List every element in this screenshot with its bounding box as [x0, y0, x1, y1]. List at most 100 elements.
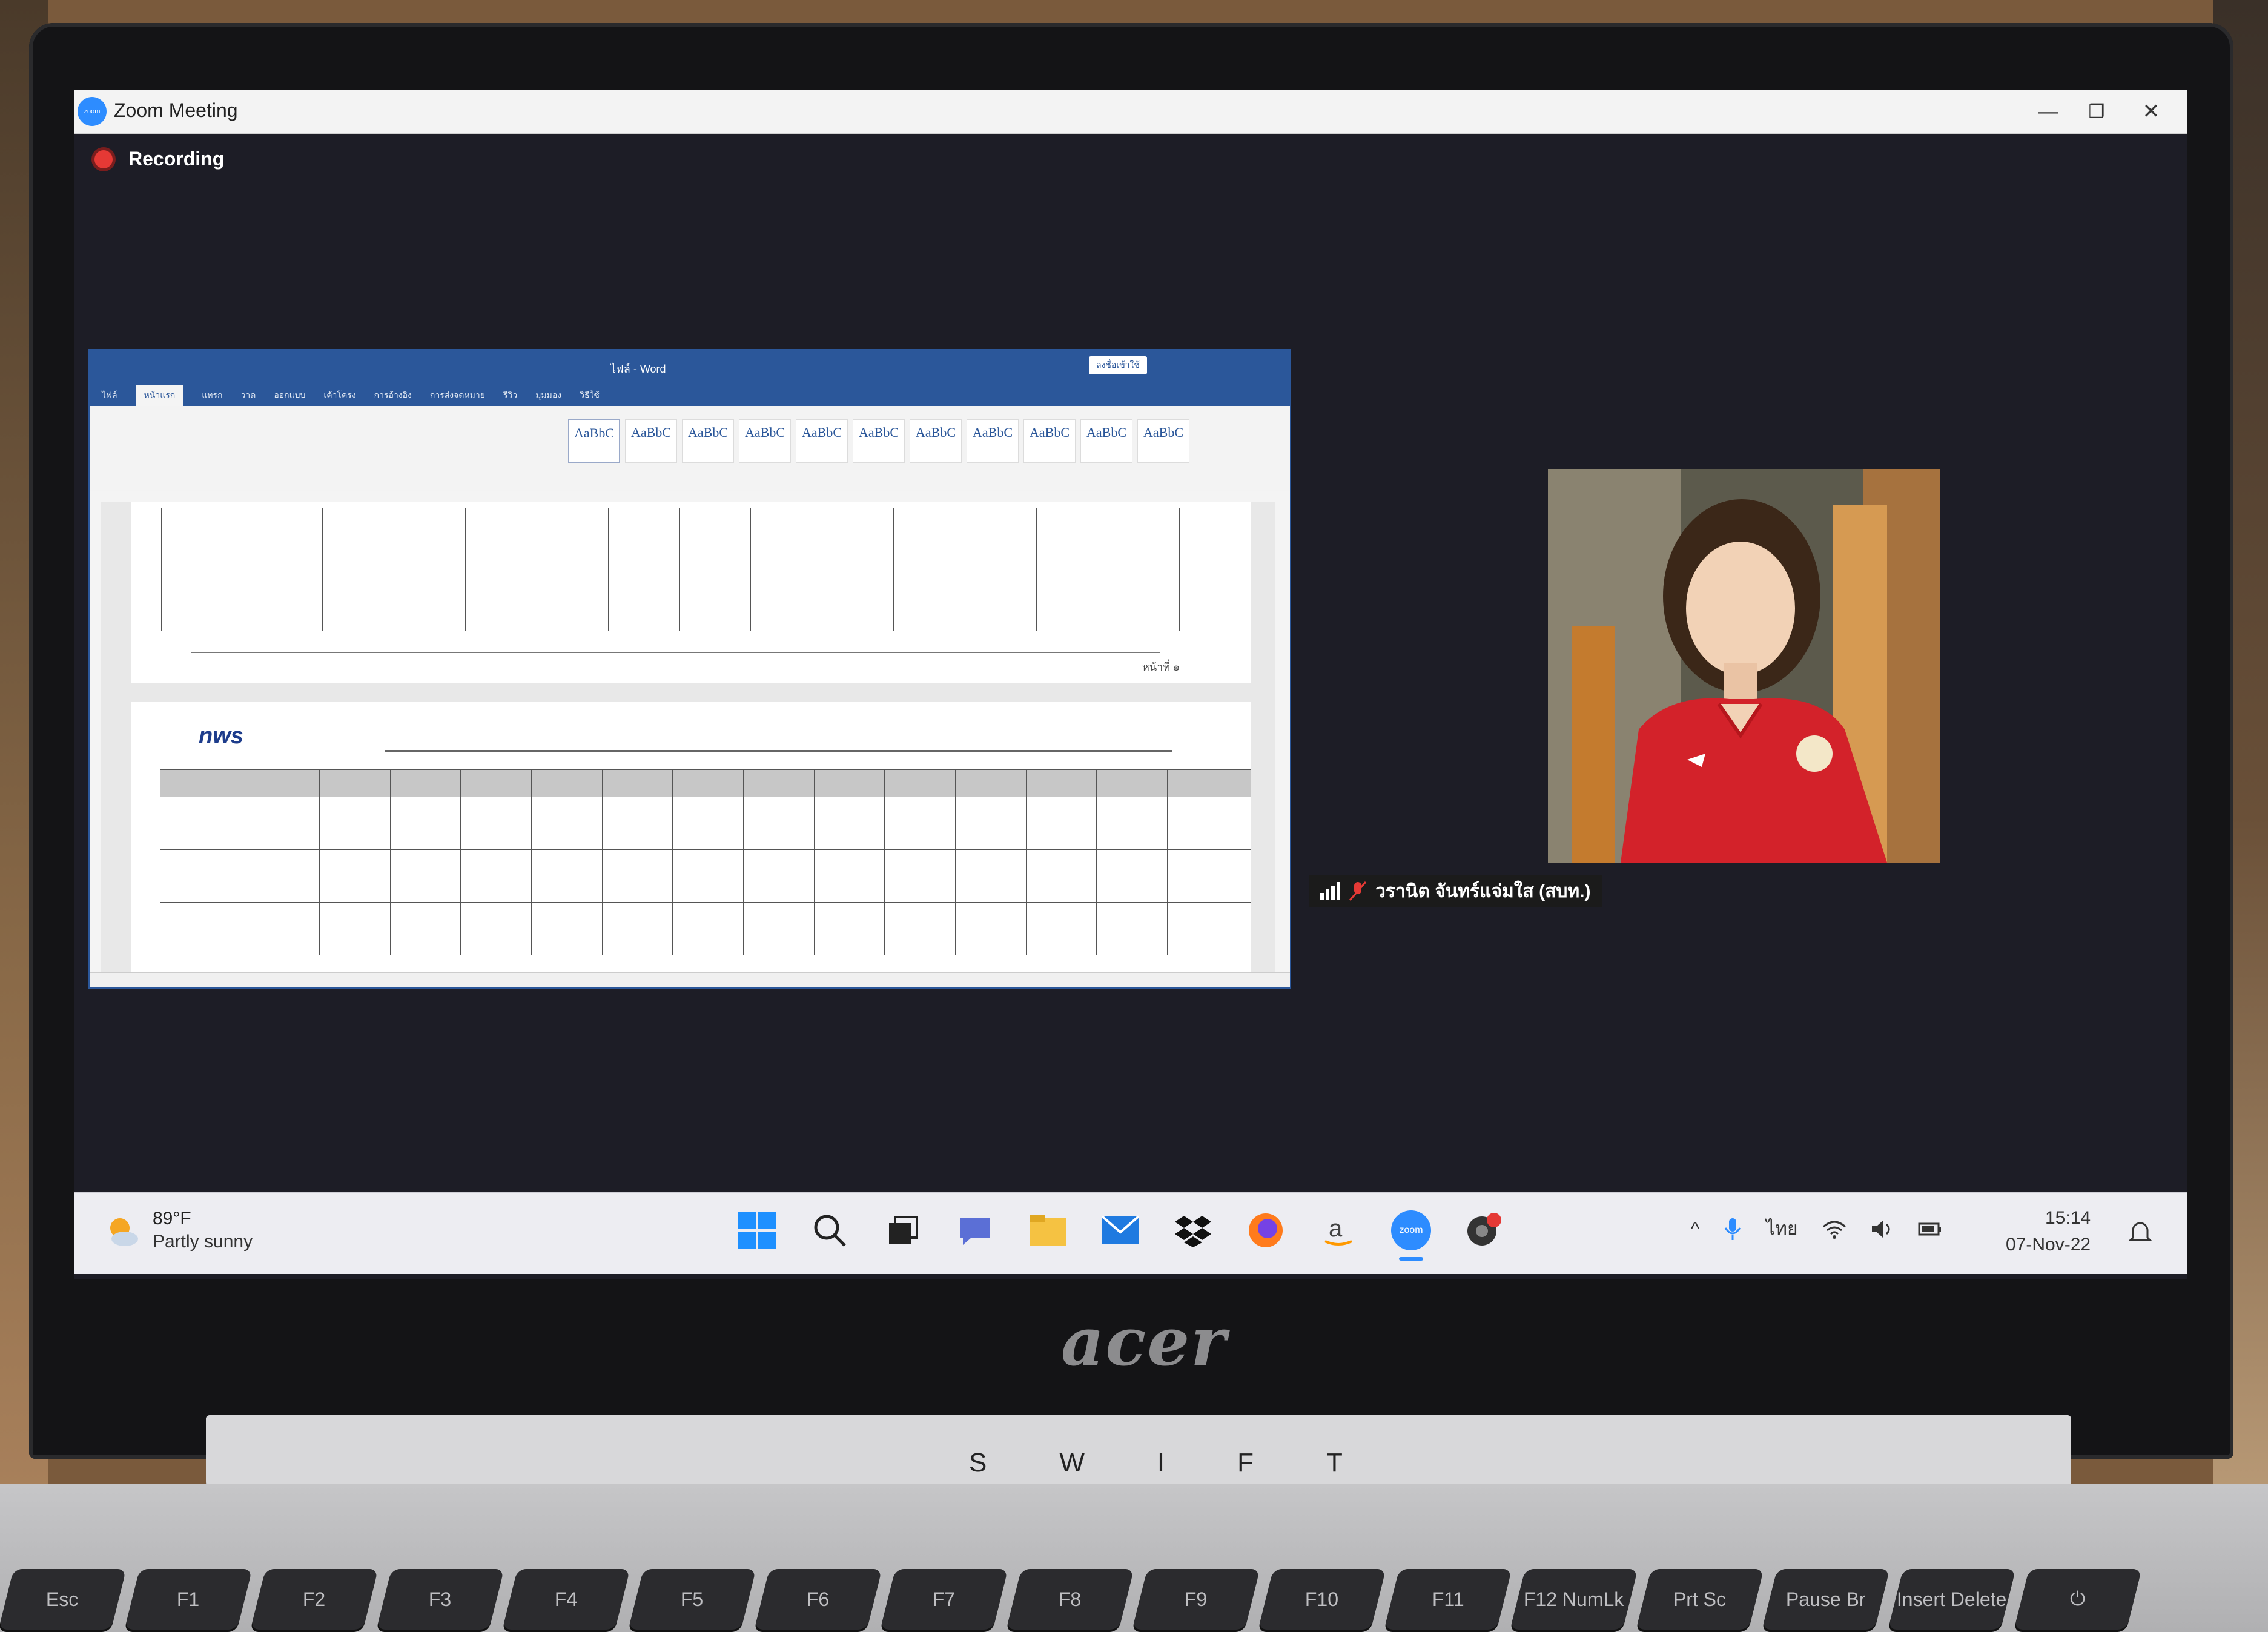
participant-video[interactable] [1548, 469, 1940, 863]
word-tab[interactable]: มุมมอง [535, 389, 561, 402]
key-f1[interactable]: F1 [124, 1569, 253, 1630]
word-tab[interactable]: เค้าโครง [323, 389, 355, 402]
style-option[interactable]: AaBbC [910, 419, 962, 463]
document-heading-line [385, 750, 1172, 752]
style-option[interactable]: AaBbC [967, 419, 1019, 463]
style-option[interactable]: AaBbC [625, 419, 677, 463]
key-delete[interactable]: Insert Delete [1888, 1569, 2016, 1630]
word-ribbon-tabs: ไฟล์ หน้าแรก แทรก วาด ออกแบบ เค้าโครง กา… [90, 385, 1290, 406]
document-table [161, 508, 1251, 631]
clock[interactable]: 15:14 07-Nov-22 [2006, 1205, 2091, 1258]
word-titlebar: ไฟล์ - Word ลงชื่อเข้าใช้ [90, 350, 1290, 385]
key-pause[interactable]: Pause Br [1762, 1569, 1890, 1630]
volume-icon[interactable] [1871, 1219, 1894, 1239]
windows-start-icon[interactable] [734, 1207, 780, 1253]
page-number: หน้าที่ ๑ [1142, 661, 1180, 673]
zoom-titlebar: zoom Zoom Meeting — ❐ ✕ [74, 90, 2187, 134]
chevron-up-icon[interactable]: ^ [1691, 1219, 1699, 1239]
key-f12[interactable]: F12 NumLk [1510, 1569, 1638, 1630]
search-icon[interactable] [807, 1207, 853, 1253]
key-prtsc[interactable]: Prt Sc [1636, 1569, 1764, 1630]
word-tab[interactable]: ไฟล์ [102, 389, 117, 402]
style-option[interactable]: AaBbC [739, 419, 791, 463]
chat-icon[interactable] [952, 1207, 998, 1253]
shared-screen-word-window[interactable]: ไฟล์ - Word ลงชื่อเข้าใช้ ไฟล์ หน้าแรก แ… [88, 349, 1291, 989]
weather-temperature: 89°F [153, 1209, 191, 1229]
mail-icon[interactable] [1097, 1207, 1143, 1253]
acer-logo: acer [1061, 1302, 1228, 1381]
zoom-icon[interactable]: zoom [1388, 1207, 1434, 1261]
laptop-screen: zoom Zoom Meeting — ❐ ✕ Recording ไฟล์ -… [74, 90, 2187, 1279]
model-letter: I [1157, 1448, 1168, 1478]
key-f5[interactable]: F5 [628, 1569, 756, 1630]
model-letter: W [1059, 1448, 1087, 1478]
word-ribbon: AaBbC AaBbC AaBbC AaBbC AaBbC AaBbC AaBb… [90, 406, 1290, 491]
style-option[interactable]: AaBbC [682, 419, 734, 463]
key-f3[interactable]: F3 [376, 1569, 504, 1630]
word-tab[interactable]: รีวิว [503, 389, 517, 402]
word-document-area[interactable]: หน้าที่ ๑ nws [101, 502, 1275, 972]
mic-muted-icon [1349, 881, 1367, 901]
clock-time: 15:14 [2045, 1208, 2091, 1228]
word-tab[interactable]: วิธีใช้ [580, 389, 600, 402]
word-tab[interactable]: วาด [240, 389, 256, 402]
word-styles-gallery: AaBbC AaBbC AaBbC AaBbC AaBbC AaBbC AaBb… [568, 419, 1189, 463]
word-tab[interactable]: แทรก [202, 389, 222, 402]
wifi-icon[interactable] [1822, 1219, 1846, 1239]
key-f7[interactable]: F7 [880, 1569, 1008, 1630]
firefox-icon[interactable] [1243, 1207, 1289, 1253]
word-status-bar [90, 972, 1290, 987]
close-button[interactable]: ✕ [2127, 96, 2175, 127]
word-signin-button[interactable]: ลงชื่อเข้าใช้ [1089, 356, 1147, 374]
language-indicator[interactable]: ไทย [1766, 1215, 1797, 1243]
recording-indicator[interactable]: Recording [94, 148, 224, 170]
key-f11[interactable]: F11 [1384, 1569, 1512, 1630]
key-f9[interactable]: F9 [1132, 1569, 1260, 1630]
document-page: หน้าที่ ๑ [131, 502, 1251, 683]
battery-icon[interactable] [1918, 1220, 1942, 1238]
key-f10[interactable]: F10 [1258, 1569, 1386, 1630]
style-option[interactable]: AaBbC [1137, 419, 1189, 463]
zoom-logo-icon: zoom [78, 97, 107, 126]
svg-text:a: a [1329, 1215, 1343, 1242]
microphone-icon[interactable] [1724, 1217, 1742, 1241]
key-f4[interactable]: F4 [502, 1569, 630, 1630]
key-power[interactable]: ⏻ [2014, 1569, 2142, 1630]
partly-sunny-icon [110, 1218, 138, 1246]
style-option[interactable]: AaBbC [1023, 419, 1076, 463]
page-footer-line [191, 652, 1160, 653]
nws-logo: nws [199, 723, 243, 749]
windows-taskbar: 89°F Partly sunny a zoom ^ ไทย 15:14 07-… [74, 1192, 2187, 1274]
restore-button[interactable]: ❐ [2072, 96, 2121, 127]
signal-strength-icon [1320, 882, 1340, 900]
file-explorer-icon[interactable] [1025, 1207, 1071, 1253]
model-letter: F [1237, 1448, 1257, 1478]
style-option[interactable]: AaBbC [1080, 419, 1132, 463]
model-letter: S [969, 1448, 990, 1478]
zoom-icon-label: zoom [1391, 1210, 1431, 1250]
notification-icon[interactable] [2127, 1218, 2154, 1245]
document-page: nws [131, 702, 1252, 972]
style-option[interactable]: AaBbC [568, 419, 620, 463]
key-f6[interactable]: F6 [754, 1569, 882, 1630]
word-tab-active[interactable]: หน้าแรก [135, 385, 184, 406]
zoom-window-title: Zoom Meeting [114, 99, 238, 121]
word-tab[interactable]: การส่งจดหมาย [430, 389, 485, 402]
weather-description: Partly sunny [153, 1232, 253, 1252]
weather-widget[interactable]: 89°F Partly sunny [104, 1209, 253, 1252]
minimize-button[interactable]: — [2024, 96, 2072, 127]
key-esc[interactable]: Esc [0, 1569, 127, 1630]
amazon-icon[interactable]: a [1315, 1207, 1361, 1253]
style-option[interactable]: AaBbC [853, 419, 905, 463]
recording-dot-icon [94, 150, 113, 168]
document-table [159, 769, 1252, 955]
key-f8[interactable]: F8 [1006, 1569, 1134, 1630]
word-tab[interactable]: การอ้างอิง [374, 389, 412, 402]
key-f2[interactable]: F2 [250, 1569, 379, 1630]
task-view-icon[interactable] [879, 1207, 925, 1253]
word-tab[interactable]: ออกแบบ [274, 389, 305, 402]
dropbox-icon[interactable] [1170, 1207, 1216, 1253]
style-option[interactable]: AaBbC [796, 419, 848, 463]
recording-label: Recording [128, 148, 225, 170]
recorder-icon[interactable] [1461, 1207, 1507, 1253]
